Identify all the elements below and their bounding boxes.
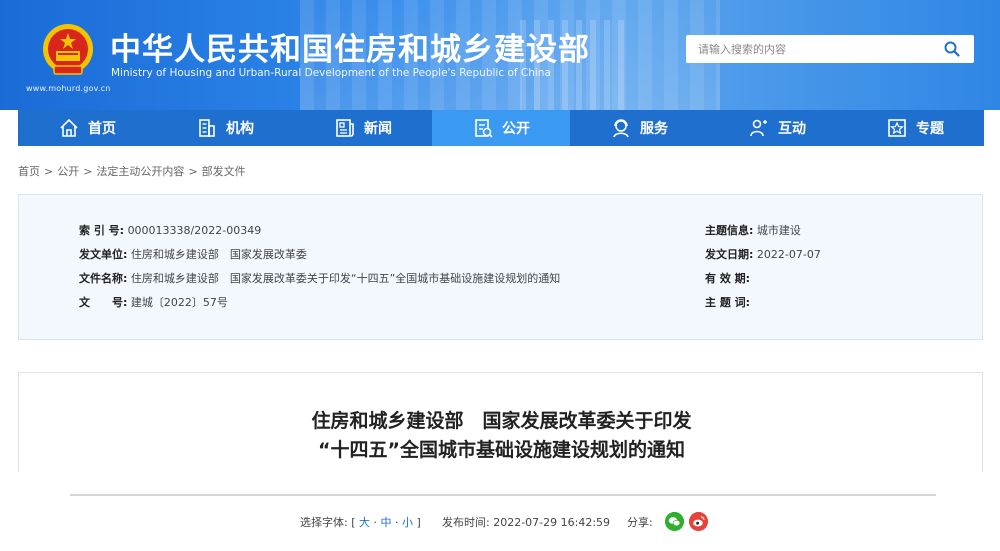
site-title[interactable]: 中华人民共和国住房和城乡建设部 [110,24,590,69]
info-value: 000013338/2022-00349 [127,224,262,237]
info-label: 有 效 期: [705,272,751,285]
info-label: 发文单位: [79,248,128,261]
info-label: 文件名称: [79,272,128,285]
breadcrumb-home[interactable]: 首页 [18,165,40,178]
font-size-medium-link[interactable]: 中 [381,516,392,529]
service-icon [613,119,629,138]
info-issuer: 发文单位: 住房和城乡建设部 国家发展改革委 [79,246,307,262]
info-docno: 文 号: 建城〔2022〕57号 [79,294,228,310]
topic-icon [888,119,906,137]
main-nav: 首页 机构 新闻 公开 服务 互动 专题 [18,110,984,146]
nav-item-interaction[interactable]: 互动 [708,110,846,146]
info-label: 主 题 词: [705,296,751,309]
breadcrumb-ministry-docs[interactable]: 部发文件 [202,165,246,178]
home-icon [60,118,78,137]
article-title-line: “十四五”全国城市基础设施建设规划的通知 [318,439,685,461]
document-icon [475,119,493,138]
nav-item-organization[interactable]: 机构 [156,110,294,146]
info-keywords: 主 题 词: [705,294,750,310]
info-value: 住房和城乡建设部 国家发展改革委 [130,248,307,261]
nav-item-label: 互动 [778,121,806,137]
breadcrumb-separator: > [188,165,198,178]
font-size-bracket: [ [351,516,356,529]
site-header: www.mohurd.gov.cn 中华人民共和国住房和城乡建设部 Minist… [0,0,1000,110]
nav-item-label: 首页 [88,121,116,137]
font-size-label: 选择字体: [300,516,348,529]
font-size-bracket: ] [416,516,421,529]
info-topic: 主题信息: 城市建设 [705,222,801,238]
nav-item-label: 新闻 [364,121,392,137]
nav-item-news[interactable]: 新闻 [294,110,432,146]
font-size-separator: · [373,516,378,529]
wechat-share-icon[interactable] [665,512,684,531]
nav-item-label: 服务 [640,121,668,137]
info-label: 主题信息: [705,224,754,237]
share-label: 分享: [627,516,653,529]
search-box [686,35,974,63]
publish-time: 发布时间: 2022-07-29 16:42:59 [442,514,610,530]
nav-item-label: 机构 [226,121,254,137]
nav-item-home[interactable]: 首页 [18,110,156,146]
article-title-line: 住房和城乡建设部 国家发展改革委关于印发 [311,410,692,432]
info-value: 建城〔2022〕57号 [130,296,228,309]
info-label: 发文日期: [705,248,754,261]
weibo-share-icon[interactable] [689,512,708,531]
info-index: 索 引 号: 000013338/2022-00349 [79,222,261,238]
font-size-selector: 选择字体: [ 大 · 中 · 小 ] [300,514,421,530]
search-input[interactable] [686,35,926,63]
info-value: 2022-07-07 [756,248,821,261]
document-info-box: 索 引 号: 000013338/2022-00349 发文单位: 住房和城乡建… [18,194,983,340]
building-icon [199,119,215,137]
font-size-large-link[interactable]: 大 [359,516,370,529]
info-value: 住房和城乡建设部 国家发展改革委关于印发“十四五”全国城市基础设施建设规划的通知 [130,272,561,285]
font-size-small-link[interactable]: 小 [402,516,413,529]
info-validity: 有 效 期: [705,270,750,286]
nav-item-label: 专题 [916,121,944,137]
breadcrumb-statutory[interactable]: 法定主动公开内容 [96,165,184,178]
article-title: 住房和城乡建设部 国家发展改革委关于印发 “十四五”全国城市基础设施建设规划的通… [19,407,984,465]
national-emblem-icon [43,24,93,75]
info-value: 城市建设 [756,224,801,237]
news-icon [336,119,354,137]
nav-item-label: 公开 [502,121,530,137]
nav-item-public[interactable]: 公开 [432,110,570,146]
nav-item-topics[interactable]: 专题 [846,110,984,146]
breadcrumb-separator: > [44,165,54,178]
info-label: 文 号: [79,296,128,309]
info-docname: 文件名称: 住房和城乡建设部 国家发展改革委关于印发“十四五”全国城市基础设施建… [79,270,560,286]
search-icon[interactable] [944,41,960,57]
publish-time-label: 发布时间: [442,516,490,529]
nav-item-service[interactable]: 服务 [570,110,708,146]
site-subtitle: Ministry of Housing and Urban-Rural Deve… [111,67,551,79]
divider [70,494,936,496]
article-container: 住房和城乡建设部 国家发展改革委关于印发 “十四五”全国城市基础设施建设规划的通… [18,372,983,472]
breadcrumb-separator: > [83,165,93,178]
breadcrumb: 首页 > 公开 > 法定主动公开内容 > 部发文件 [18,163,246,179]
publish-time-value: 2022-07-29 16:42:59 [493,516,611,529]
font-size-separator: · [395,516,399,529]
breadcrumb-public[interactable]: 公开 [57,165,79,178]
site-url: www.mohurd.gov.cn [26,84,111,93]
interaction-icon [750,119,767,137]
info-label: 索 引 号: [79,224,125,237]
info-date: 发文日期: 2022-07-07 [705,246,821,262]
